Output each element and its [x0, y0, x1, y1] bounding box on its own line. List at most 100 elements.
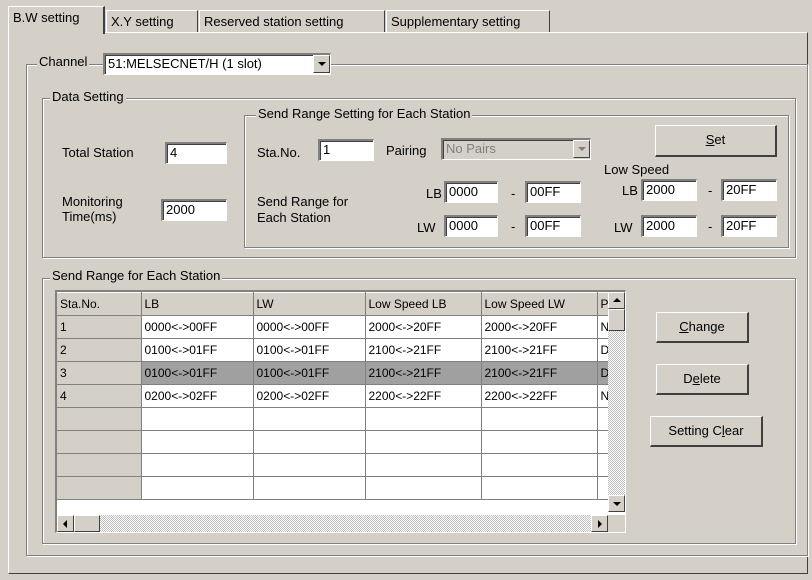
horizontal-scrollbar[interactable] [57, 515, 608, 532]
table-cell[interactable]: 0100<->01FF [253, 361, 366, 385]
setting-clear-button[interactable]: Setting Clear [650, 416, 763, 447]
table-row[interactable]: 2 0100<->01FF 0100<->01FF 2100<->21FF 21… [57, 338, 618, 362]
table-cell[interactable] [481, 430, 598, 454]
total-station-label: Total Station [62, 145, 134, 160]
column-header-low-speed-lb[interactable]: Low Speed LB [365, 292, 482, 316]
row-header-cell[interactable]: 2 [57, 338, 142, 362]
table-cell[interactable] [365, 430, 482, 454]
tab-reserved-station-setting[interactable]: Reserved station setting [199, 10, 385, 32]
lb-label: LB [426, 186, 442, 201]
column-header-sta-no[interactable]: Sta.No. [57, 292, 142, 316]
lb-end-input[interactable]: 00FF [525, 181, 581, 203]
pairing-select[interactable]: No Pairs [441, 138, 591, 160]
sta-no-input[interactable]: 1 [318, 139, 374, 161]
change-button[interactable]: Change [656, 312, 749, 343]
table-cell[interactable] [365, 453, 482, 477]
channel-select[interactable]: 51:MELSECNET/H (1 slot) [103, 53, 331, 75]
scroll-down-button[interactable] [608, 495, 625, 512]
vertical-scroll-thumb[interactable] [608, 309, 625, 331]
row-header-cell[interactable]: 1 [57, 315, 142, 339]
tab-xy-setting[interactable]: X.Y setting [106, 10, 198, 32]
arrow-left-icon [63, 520, 67, 528]
table-cell[interactable] [365, 407, 482, 431]
setting-clear-button-label-prefix: Setting C [668, 423, 722, 438]
pairing-dropdown-button[interactable] [573, 140, 590, 158]
send-range-label-line2: Each Station [257, 210, 331, 225]
low-speed-lw-range-dash: - [708, 219, 713, 234]
table-row[interactable]: 4 0200<->02FF 0200<->02FF 2200<->22FF 22… [57, 384, 618, 408]
table-cell[interactable] [253, 476, 366, 500]
low-speed-lw-label: LW [614, 220, 633, 235]
delete-button[interactable]: Delete [656, 364, 749, 395]
table-cell[interactable] [253, 453, 366, 477]
column-header-low-speed-lw[interactable]: Low Speed LW [481, 292, 598, 316]
table-row-empty[interactable] [57, 430, 618, 454]
table-row-selected[interactable]: 3 0100<->01FF 0100<->01FF 2100<->21FF 21… [57, 361, 618, 385]
table-cell[interactable] [481, 407, 598, 431]
table-cell[interactable]: 0100<->01FF [141, 361, 254, 385]
table-cell[interactable] [141, 476, 254, 500]
channel-label: Channel [37, 54, 90, 69]
row-header-cell[interactable]: 3 [57, 361, 142, 385]
table-cell[interactable]: 0000<->00FF [141, 315, 254, 339]
tab-label: B.W setting [13, 10, 80, 25]
table-cell[interactable] [141, 430, 254, 454]
total-station-input[interactable]: 4 [165, 142, 227, 164]
row-header-cell[interactable] [57, 476, 142, 500]
vertical-scrollbar[interactable] [608, 292, 625, 512]
station-table: Sta.No. LB LW Low Speed LB Low Speed LW … [57, 292, 618, 500]
table-cell[interactable]: 0000<->00FF [253, 315, 366, 339]
table-cell[interactable]: 0100<->01FF [141, 338, 254, 362]
scroll-up-button[interactable] [608, 292, 625, 309]
tab-supplementary-setting[interactable]: Supplementary setting [386, 10, 550, 32]
low-speed-lb-start-input[interactable]: 2000 [641, 179, 697, 201]
lw-range-dash: - [511, 219, 516, 234]
low-speed-lw-start-input[interactable]: 2000 [641, 215, 697, 237]
table-cell[interactable]: 2100<->21FF [365, 361, 482, 385]
table-row-empty[interactable] [57, 453, 618, 477]
scroll-left-button[interactable] [57, 515, 74, 532]
arrow-down-icon [613, 502, 621, 506]
table-row-empty[interactable] [57, 407, 618, 431]
table-row[interactable]: 1 0000<->00FF 0000<->00FF 2000<->20FF 20… [57, 315, 618, 339]
table-cell[interactable]: 2200<->22FF [481, 384, 598, 408]
table-cell[interactable]: 0200<->02FF [253, 384, 366, 408]
low-speed-lw-end-input[interactable]: 20FF [721, 215, 777, 237]
column-header-lb[interactable]: LB [141, 292, 254, 316]
monitoring-time-input[interactable]: 2000 [161, 199, 227, 221]
row-header-cell[interactable]: 4 [57, 384, 142, 408]
table-row-empty[interactable] [57, 476, 618, 500]
station-grid[interactable]: Sta.No. LB LW Low Speed LB Low Speed LW … [55, 290, 626, 533]
horizontal-scroll-thumb[interactable] [74, 515, 100, 532]
row-header-cell[interactable] [57, 407, 142, 431]
table-cell[interactable] [481, 476, 598, 500]
scroll-right-button[interactable] [591, 515, 608, 532]
pairing-label: Pairing [386, 143, 427, 158]
low-speed-lb-label: LB [622, 183, 638, 198]
low-speed-lb-end-input[interactable]: 20FF [721, 179, 777, 201]
table-cell[interactable] [253, 430, 366, 454]
table-cell[interactable] [141, 407, 254, 431]
tab-bw-setting[interactable]: B.W setting [8, 6, 105, 34]
table-cell[interactable]: 2100<->21FF [365, 338, 482, 362]
table-cell[interactable]: 2200<->22FF [365, 384, 482, 408]
lw-start-input[interactable]: 0000 [444, 215, 498, 237]
table-cell[interactable]: 2100<->21FF [481, 361, 598, 385]
table-cell[interactable]: 0100<->01FF [253, 338, 366, 362]
row-header-cell[interactable] [57, 453, 142, 477]
table-cell[interactable] [481, 453, 598, 477]
row-header-cell[interactable] [57, 430, 142, 454]
table-cell[interactable] [365, 476, 482, 500]
table-cell[interactable]: 2000<->20FF [365, 315, 482, 339]
table-cell[interactable] [253, 407, 366, 431]
lb-start-input[interactable]: 0000 [444, 181, 498, 203]
table-cell[interactable]: 2100<->21FF [481, 338, 598, 362]
channel-dropdown-button[interactable] [313, 55, 330, 73]
chevron-down-icon [578, 147, 586, 151]
lw-end-input[interactable]: 00FF [525, 215, 581, 237]
set-button[interactable]: Set [655, 125, 777, 157]
table-cell[interactable]: 0200<->02FF [141, 384, 254, 408]
column-header-lw[interactable]: LW [253, 292, 366, 316]
table-cell[interactable]: 2000<->20FF [481, 315, 598, 339]
table-cell[interactable] [141, 453, 254, 477]
